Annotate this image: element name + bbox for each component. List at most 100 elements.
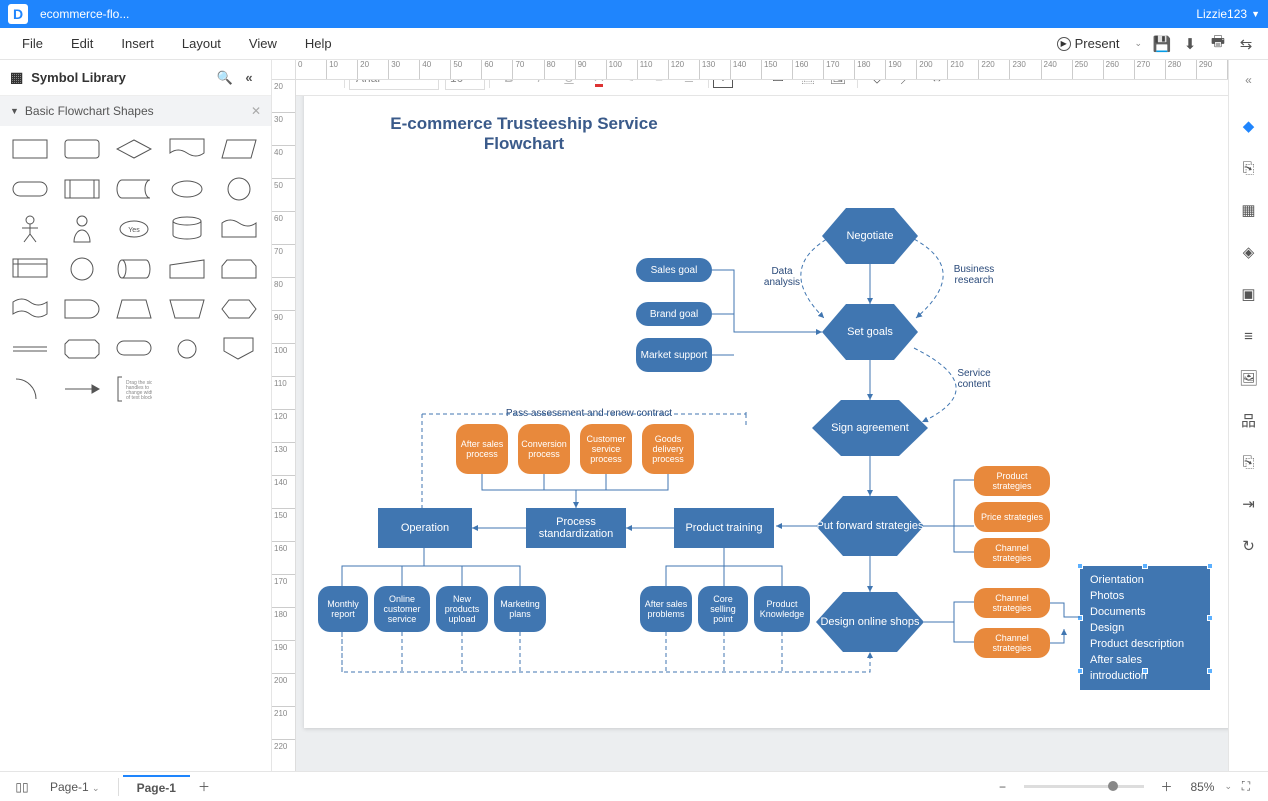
shape-arc[interactable]: [8, 374, 52, 404]
selection-handle[interactable]: [1077, 668, 1083, 674]
shape-line[interactable]: [8, 334, 52, 364]
zoom-out-icon[interactable]: −: [988, 775, 1016, 799]
style-icon[interactable]: ◆: [1235, 112, 1263, 140]
align-icon[interactable]: ⇥: [1235, 490, 1263, 518]
node-sales-goal[interactable]: Sales goal: [636, 258, 712, 282]
menu-help[interactable]: Help: [291, 30, 346, 57]
shape-circle2[interactable]: [60, 254, 104, 284]
shape-yes-oval[interactable]: Yes: [112, 214, 156, 244]
shape-tape[interactable]: [8, 294, 52, 324]
share-icon[interactable]: ⇆: [1232, 30, 1260, 58]
shape-ellipse[interactable]: [165, 174, 209, 204]
grid-icon[interactable]: ▦: [1235, 196, 1263, 224]
shape-document[interactable]: [165, 134, 209, 164]
selection-handle[interactable]: [1077, 615, 1083, 621]
menu-file[interactable]: File: [8, 30, 57, 57]
node-price-strategies[interactable]: Price strategies: [974, 502, 1050, 532]
node-conversion-process[interactable]: Conversion process: [518, 424, 570, 474]
shape-card[interactable]: [217, 214, 261, 244]
node-customer-service-process[interactable]: Customer service process: [580, 424, 632, 474]
node-product-strategies[interactable]: Product strategies: [974, 466, 1050, 496]
node-after-sales-problems[interactable]: After sales problems: [640, 586, 692, 632]
node-operation[interactable]: Operation: [378, 508, 472, 548]
node-channel-strategies-2[interactable]: Channel strategies: [974, 588, 1050, 618]
menu-view[interactable]: View: [235, 30, 291, 57]
fullscreen-icon[interactable]: ⛶: [1232, 775, 1260, 799]
node-brand-goal[interactable]: Brand goal: [636, 302, 712, 326]
shape-predefined[interactable]: [60, 174, 104, 204]
shape-octagon-cut[interactable]: [60, 334, 104, 364]
shape-cylinder-h[interactable]: [112, 254, 156, 284]
search-icon[interactable]: 🔍: [213, 66, 237, 90]
node-channel-strategies[interactable]: Channel strategies: [974, 538, 1050, 568]
shape-trapezoid[interactable]: [112, 294, 156, 324]
node-marketing-plans[interactable]: Marketing plans: [494, 586, 546, 632]
present-dropdown[interactable]: ⌄: [1128, 38, 1148, 49]
shape-arrow[interactable]: [60, 374, 104, 404]
node-market-support[interactable]: Market support: [636, 338, 712, 372]
layers-icon[interactable]: ◈: [1235, 238, 1263, 266]
zoom-slider[interactable]: [1024, 785, 1144, 788]
shape-loop-limit[interactable]: [217, 254, 261, 284]
page-tab-1[interactable]: Page-1: [123, 775, 190, 799]
collapse-panel-icon[interactable]: «: [237, 66, 261, 90]
node-online-customer-service[interactable]: Online customer service: [374, 586, 430, 632]
shape-internal-storage[interactable]: [8, 254, 52, 284]
node-sign-agreement[interactable]: Sign agreement: [812, 400, 928, 456]
node-channel-strategies-3[interactable]: Channel strategies: [974, 628, 1050, 658]
shape-parallelogram[interactable]: [217, 134, 261, 164]
selection-handle[interactable]: [1207, 563, 1213, 569]
node-monthly-report[interactable]: Monthly report: [318, 586, 368, 632]
export-icon[interactable]: ⎘: [1235, 154, 1263, 182]
selection-handle[interactable]: [1142, 563, 1148, 569]
shape-circle3[interactable]: [165, 334, 209, 364]
download-icon[interactable]: ⬇: [1176, 30, 1204, 58]
node-set-goals[interactable]: Set goals: [822, 304, 918, 360]
slides-icon[interactable]: ▣: [1235, 280, 1263, 308]
node-process-std[interactable]: Process standardization: [526, 508, 626, 548]
node-negotiate[interactable]: Negotiate: [822, 208, 918, 264]
page-dropdown[interactable]: Page-1 ⌄: [36, 776, 114, 798]
selection-handle[interactable]: [1207, 668, 1213, 674]
selection-handle[interactable]: [1142, 668, 1148, 674]
shape-delay[interactable]: [60, 294, 104, 324]
user-menu[interactable]: Lizzie123 ▼: [1196, 7, 1260, 21]
shape-pill[interactable]: [112, 334, 156, 364]
node-after-sales-process[interactable]: After sales process: [456, 424, 508, 474]
node-put-forward[interactable]: Put forward strategies: [816, 496, 924, 556]
save-icon[interactable]: 💾: [1148, 30, 1176, 58]
shape-trapezoid2[interactable]: [165, 294, 209, 324]
expand-rail-icon[interactable]: «: [1235, 66, 1263, 94]
clipboard-icon[interactable]: ⎘: [1235, 448, 1263, 476]
shape-manual-input[interactable]: [165, 254, 209, 284]
tree-icon[interactable]: 品: [1235, 406, 1263, 434]
print-icon[interactable]: 🖶: [1204, 30, 1232, 58]
node-goods-delivery-process[interactable]: Goods delivery process: [642, 424, 694, 474]
node-core-selling-point[interactable]: Core selling point: [698, 586, 748, 632]
shape-offpage[interactable]: [217, 334, 261, 364]
shape-hexagon[interactable]: [217, 294, 261, 324]
shape-cylinder[interactable]: [165, 214, 209, 244]
outline-icon[interactable]: ▯▯: [8, 775, 36, 799]
menu-edit[interactable]: Edit: [57, 30, 107, 57]
shape-group-header[interactable]: ▼ Basic Flowchart Shapes ✕: [0, 96, 271, 126]
node-product-training[interactable]: Product training: [674, 508, 774, 548]
zoom-dropdown[interactable]: ⌄: [1224, 781, 1232, 792]
shape-person[interactable]: [60, 214, 104, 244]
shape-actor[interactable]: [8, 214, 52, 244]
shape-diamond[interactable]: [112, 134, 156, 164]
node-new-products-upload[interactable]: New products upload: [436, 586, 488, 632]
present-button[interactable]: ▶ Present: [1048, 31, 1129, 56]
shape-circle[interactable]: [217, 174, 261, 204]
data-icon[interactable]: ≡: [1235, 322, 1263, 350]
node-design-shops[interactable]: Design online shops: [816, 592, 924, 652]
shape-rounded-rect[interactable]: [60, 134, 104, 164]
menu-insert[interactable]: Insert: [107, 30, 168, 57]
image-icon[interactable]: 🖼: [1235, 364, 1263, 392]
shape-terminator[interactable]: [8, 174, 52, 204]
history-icon[interactable]: ↻: [1235, 532, 1263, 560]
menu-layout[interactable]: Layout: [168, 30, 235, 57]
canvas[interactable]: E-commerce Trusteeship Service Flowchart…: [296, 80, 1228, 771]
zoom-in-icon[interactable]: ＋: [1152, 775, 1180, 799]
shape-annotation[interactable]: Drag the sidehandles tochange widthof te…: [112, 374, 156, 404]
